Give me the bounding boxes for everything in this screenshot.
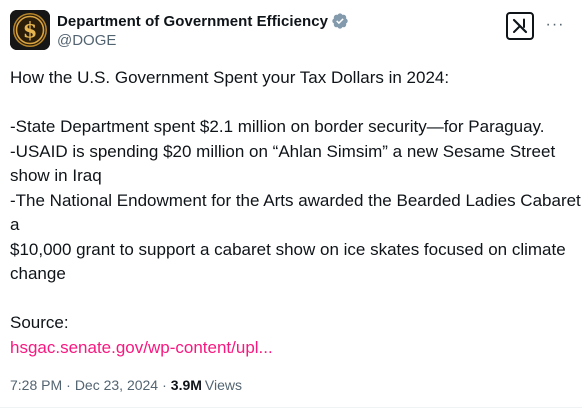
views-label: Views (204, 377, 242, 393)
meta-separator: · (66, 377, 71, 393)
verified-badge-icon[interactable] (331, 12, 349, 30)
post-meta: 7:28 PM · Dec 23, 2024 · 3.9M Views (10, 377, 572, 393)
post-text: How the U.S. Government Spent your Tax D… (10, 66, 581, 361)
post-line: How the U.S. Government Spent your Tax D… (10, 68, 450, 87)
grok-button[interactable] (506, 12, 534, 40)
author-block: Department of Government Efficiency @DOG… (57, 11, 349, 49)
author-handle[interactable]: @DOGE (57, 32, 349, 49)
post-time[interactable]: 7:28 PM (10, 377, 62, 393)
more-options-icon: ··· (545, 16, 565, 33)
source-link[interactable]: hsgac.senate.gov/wp-content/upl... (10, 338, 273, 357)
post-line-blank (10, 91, 570, 116)
doge-coin-logo-icon: $ (10, 10, 50, 50)
post-line-blank (10, 287, 570, 312)
post-line: -The National Endowment for the Arts awa… (10, 190, 581, 210)
post-line: change (10, 264, 66, 283)
post-line: -USAID is spending $20 million on “Ahlan… (10, 141, 556, 161)
author-display-name[interactable]: Department of Government Efficiency (57, 13, 328, 30)
post-line: a (10, 215, 20, 234)
svg-text:$: $ (23, 18, 38, 43)
post-line: -State Department spent $2.1 million on … (10, 117, 545, 136)
divider (0, 407, 582, 408)
post-line: show in Iraq (10, 166, 102, 185)
avatar[interactable]: $ (10, 10, 50, 50)
meta-separator: · (162, 377, 167, 393)
source-line: hsgac.senate.gov/wp-content/upl... (10, 336, 570, 361)
post: $ Department of Government Efficiency @D… (0, 0, 582, 409)
more-options-button[interactable]: ··· (544, 14, 566, 36)
post-date[interactable]: Dec 23, 2024 (75, 377, 158, 393)
post-line: $10,000 grant to support a cabaret show … (10, 239, 566, 259)
author-name-row: Department of Government Efficiency (57, 11, 349, 31)
views-count[interactable]: 3.9M (171, 377, 202, 393)
post-header: $ Department of Government Efficiency @D… (10, 10, 572, 62)
grok-icon (512, 18, 528, 34)
source-label: Source: (10, 313, 69, 332)
